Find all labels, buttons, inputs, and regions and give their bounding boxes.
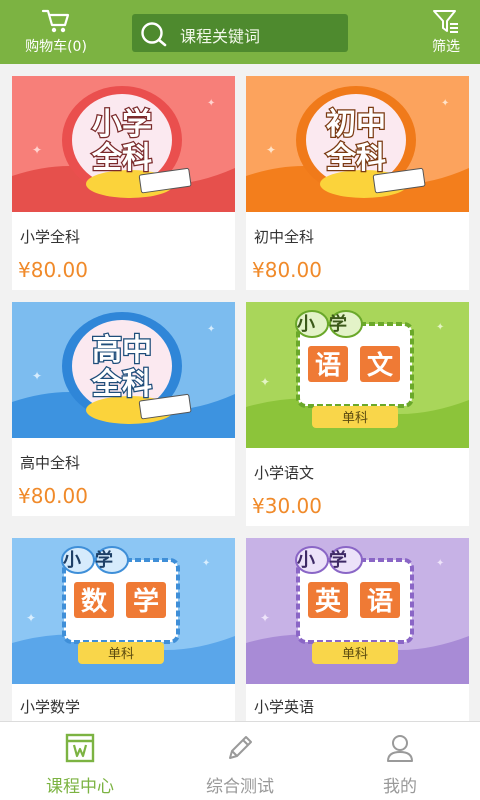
- banner-subject-1: 语: [315, 351, 341, 381]
- banner-line-1: 高中: [92, 333, 152, 368]
- bottom-nav: 课程中心 综合测试 我的: [0, 721, 480, 800]
- svg-text:✦: ✦: [260, 611, 270, 625]
- course-name: 小学全科: [20, 228, 81, 246]
- svg-text:✦: ✦: [32, 143, 42, 157]
- search-placeholder: 课程关键词: [180, 27, 261, 46]
- course-price: ¥80.00: [18, 484, 88, 508]
- banner-subject-2: 语: [367, 587, 393, 617]
- course-price: ¥80.00: [252, 258, 322, 282]
- tab-label: 课程中心: [46, 777, 114, 797]
- course-banner: ✦ ✦ 高中 全科: [12, 302, 235, 438]
- user-icon: [387, 735, 413, 762]
- svg-text:✦: ✦: [266, 143, 276, 157]
- pencil-icon: [229, 736, 252, 759]
- course-banner: ✦ ✦ 小学 全科: [12, 76, 235, 212]
- banner-tag: 单科: [342, 411, 368, 426]
- course-name: 初中全科: [254, 228, 315, 246]
- banner-line-1: 小学: [92, 107, 152, 142]
- banner-subject-2: 文: [367, 350, 394, 381]
- banner-tag: 单科: [108, 647, 134, 662]
- filter-button[interactable]: 筛选: [426, 8, 466, 60]
- course-grid: ✦ ✦ 小学 全科 小学全科 ¥80.00 ✦ ✦ 初中 全科 初中全科 ¥80…: [0, 64, 480, 721]
- search-input[interactable]: 课程关键词: [132, 14, 348, 52]
- course-card[interactable]: ✦ ✦ 初中 全科 初中全科 ¥80.00: [246, 76, 469, 290]
- tab-course-center[interactable]: 课程中心: [0, 722, 160, 800]
- banner-top-text: 小学: [297, 549, 361, 571]
- tab-comprehensive-test[interactable]: 综合测试: [160, 722, 320, 800]
- course-price: ¥30.00: [252, 494, 322, 518]
- banner-line-2: 全科: [325, 141, 386, 176]
- cart-icon: [41, 9, 70, 33]
- svg-text:✦: ✦: [202, 558, 210, 569]
- svg-text:✦: ✦: [436, 322, 444, 333]
- banner-subject-1: 数: [81, 587, 108, 617]
- cart-label: 购物车(0): [25, 39, 87, 55]
- course-name: 高中全科: [20, 454, 81, 472]
- course-banner: ✦ ✦ 小学 数 学 单科: [12, 538, 235, 684]
- course-card[interactable]: ✦ ✦ 小学 语 文 单科 小学语文 ¥30.00: [246, 302, 469, 526]
- banner-line-2: 全科: [91, 141, 152, 176]
- svg-text:✦: ✦: [260, 375, 270, 389]
- course-card[interactable]: ✦ ✦ 小学 全科 小学全科 ¥80.00: [12, 76, 235, 290]
- course-name: 小学语文: [254, 464, 315, 482]
- banner-top-text: 小学: [63, 549, 127, 571]
- svg-text:✦: ✦: [26, 611, 36, 625]
- svg-text:✦: ✦: [441, 98, 449, 109]
- course-card[interactable]: ✦ ✦ 小学 数 学 单科 小学数学: [12, 538, 235, 721]
- course-banner: ✦ ✦ 初中 全科: [246, 76, 469, 212]
- course-card[interactable]: ✦ ✦ 高中 全科 高中全科 ¥80.00: [12, 302, 235, 516]
- svg-text:✦: ✦: [32, 369, 42, 383]
- tab-label: 综合测试: [206, 777, 274, 797]
- course-price: ¥80.00: [18, 258, 88, 282]
- svg-text:✦: ✦: [207, 98, 215, 109]
- top-bar: 购物车(0) 课程关键词 筛选: [0, 0, 480, 64]
- svg-text:✦: ✦: [436, 558, 444, 569]
- course-name: 小学英语: [254, 698, 315, 716]
- course-name: 小学数学: [20, 698, 81, 716]
- course-card[interactable]: ✦ ✦ 小学 英 语 单科 小学英语: [246, 538, 469, 721]
- banner-subject-1: 英: [315, 587, 342, 617]
- tab-mine[interactable]: 我的: [320, 722, 480, 800]
- filter-label: 筛选: [432, 39, 460, 55]
- course-banner: ✦ ✦ 小学 语 文 单科: [246, 302, 469, 448]
- cart-button[interactable]: 购物车(0): [16, 8, 96, 60]
- svg-text:✦: ✦: [207, 324, 215, 335]
- search-icon: [141, 22, 167, 47]
- banner-top-text: 小学: [297, 313, 361, 335]
- tab-label: 我的: [383, 777, 417, 797]
- course-center-icon: [65, 733, 95, 763]
- banner-line-1: 初中: [326, 107, 386, 142]
- banner-tag: 单科: [342, 647, 368, 662]
- course-banner: ✦ ✦ 小学 英 语 单科: [246, 538, 469, 684]
- banner-line-2: 全科: [91, 367, 152, 402]
- filter-icon: [433, 10, 458, 33]
- banner-subject-2: 学: [133, 586, 159, 617]
